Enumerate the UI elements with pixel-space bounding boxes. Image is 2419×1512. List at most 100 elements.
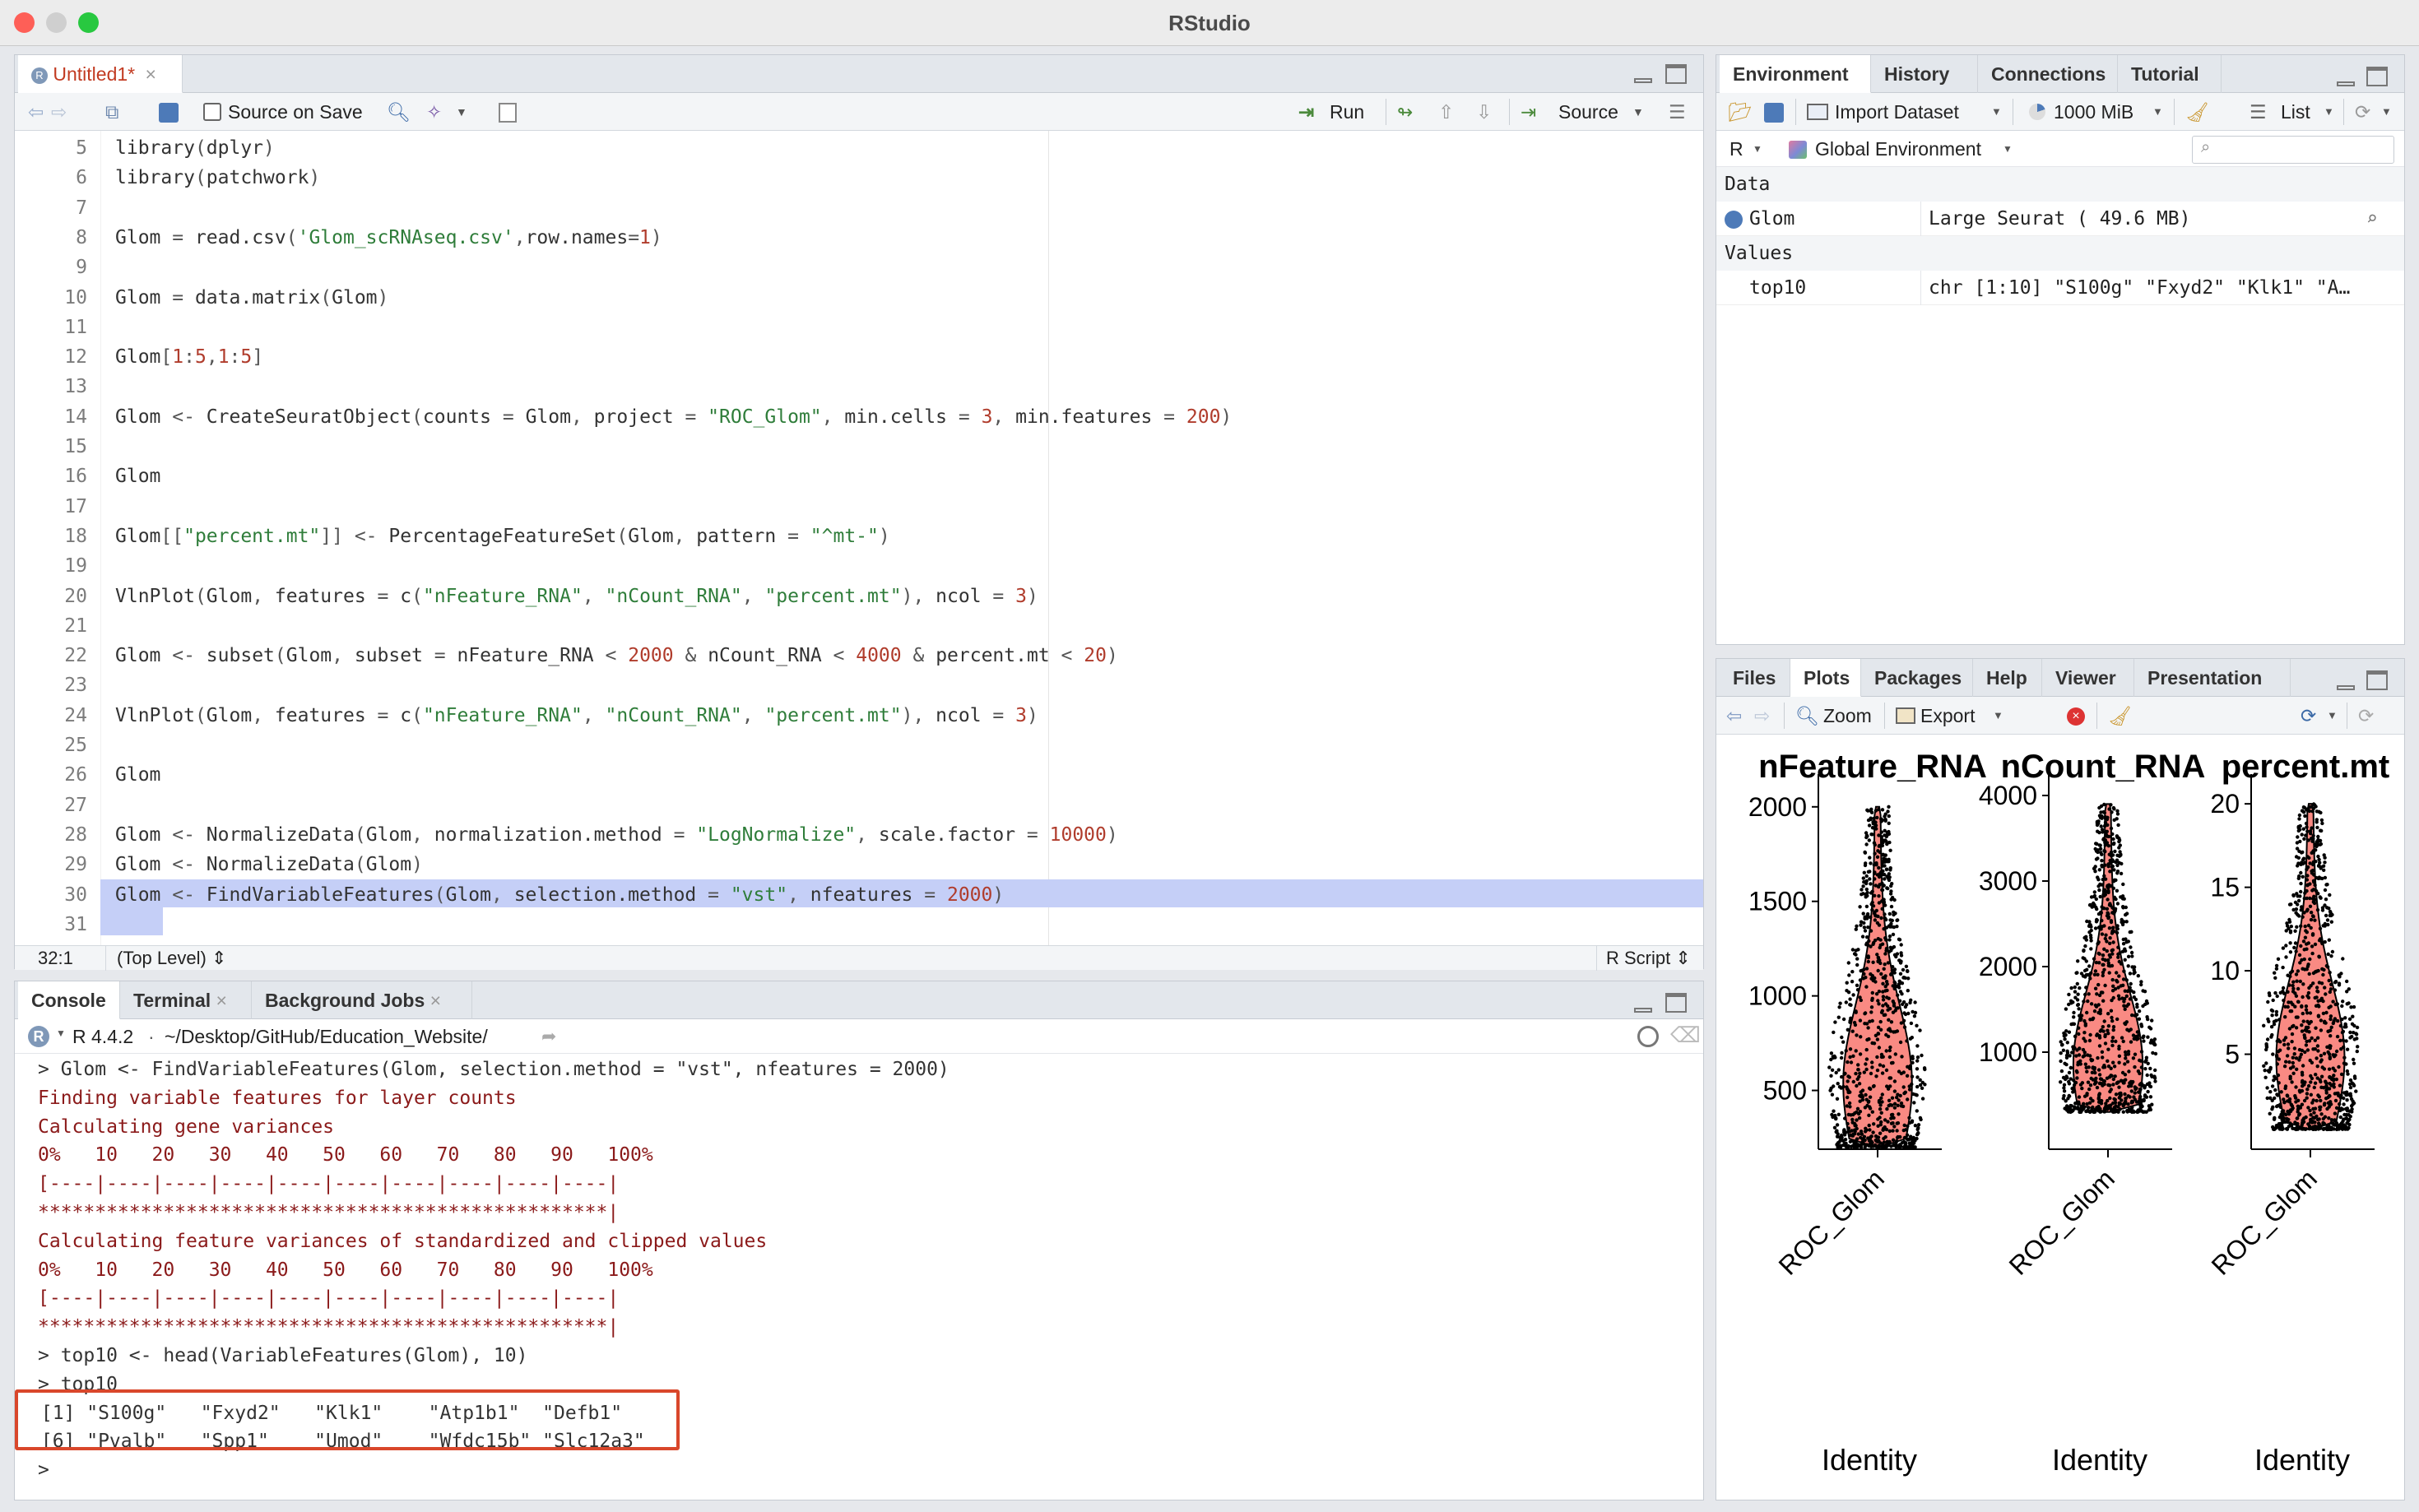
document-outline-icon[interactable] <box>499 103 517 123</box>
publish-chevron-icon[interactable]: ▼ <box>2327 697 2338 735</box>
show-in-window-icon[interactable]: ⧉ <box>105 93 118 131</box>
refresh-chevron-icon[interactable]: ▼ <box>2381 93 2392 131</box>
source-icon[interactable]: ⇥ <box>1521 93 1536 131</box>
code-line[interactable]: Glom <- CreateSeuratObject(counts = Glom… <box>115 403 1232 431</box>
save-icon[interactable] <box>159 103 179 123</box>
env-row-glom[interactable]: Glom Large Seurat ( 49.6 MB) ⌕ <box>1716 202 2404 236</box>
code-line[interactable]: Glom = read.csv('Glom_scRNAseq.csv',row.… <box>115 224 662 252</box>
scope-selector[interactable]: (Top Level) ⇕ <box>117 946 226 971</box>
maximize-console-icon[interactable] <box>1665 993 1687 1013</box>
scope-chevron-icon[interactable]: ▼ <box>2003 143 2013 155</box>
inspect-icon[interactable]: ⌕ <box>2366 202 2378 236</box>
code-line[interactable]: library(patchwork) <box>115 164 320 192</box>
code-line[interactable]: library(dplyr) <box>115 134 275 162</box>
search-icon[interactable]: 🔍︎ <box>387 93 411 131</box>
maximize-plots-icon[interactable] <box>2366 670 2388 690</box>
code-line[interactable]: Glom <box>115 761 160 789</box>
tab-help[interactable]: Help <box>1973 659 2042 697</box>
maximize-env-icon[interactable] <box>2366 67 2388 86</box>
tab-label: Untitled1* <box>53 63 136 85</box>
code-line[interactable]: Glom <- NormalizeData(Glom, normalizatio… <box>115 821 1118 849</box>
code-line[interactable]: Glom <- subset(Glom, subset = nFeature_R… <box>115 642 1118 670</box>
minimize-pane-icon[interactable] <box>1634 67 1655 83</box>
close-tab-icon[interactable]: × <box>146 63 156 85</box>
up-icon[interactable]: ⇧ <box>1438 93 1454 131</box>
open-folder-icon[interactable]: 📂︎ <box>1728 93 1752 131</box>
code-line[interactable]: Glom[["percent.mt"]] <- PercentageFeatur… <box>115 522 890 550</box>
file-type-selector[interactable]: R Script ⇕ <box>1606 946 1691 971</box>
memory-usage[interactable]: 1000 MiB <box>2054 93 2133 131</box>
minimize-console-icon[interactable] <box>1634 996 1655 1013</box>
tab-connections[interactable]: Connections <box>1978 55 2118 93</box>
outline-icon[interactable]: ☰ <box>1669 93 1686 131</box>
run-icon[interactable]: ⇥ <box>1298 93 1314 131</box>
refresh-plot-icon[interactable]: ⟳ <box>2358 697 2374 735</box>
down-icon[interactable]: ⇩ <box>1476 93 1492 131</box>
minimize-plots-icon[interactable] <box>2337 674 2358 690</box>
zoom-icon[interactable]: 🔍︎ <box>1795 697 1819 735</box>
forward-icon[interactable]: ⇨ <box>51 93 67 131</box>
memory-chevron-icon[interactable]: ▼ <box>2152 93 2163 131</box>
source-on-save-checkbox[interactable] <box>203 103 221 121</box>
clear-plots-icon[interactable]: 🧹︎ <box>2108 697 2132 735</box>
code-line[interactable]: Glom = data.matrix(Glom) <box>115 284 388 312</box>
code-line[interactable]: Glom[1:5,1:5] <box>115 343 263 371</box>
tab-untitled1[interactable]: R Untitled1* × <box>18 55 183 93</box>
previous-plot-icon[interactable]: ⇦ <box>1726 697 1742 735</box>
zoom-button[interactable]: Zoom <box>1823 697 1872 735</box>
export-button[interactable]: Export <box>1920 697 1975 735</box>
maximize-pane-icon[interactable] <box>1665 64 1687 84</box>
export-chevron-icon[interactable]: ▼ <box>1993 697 2003 735</box>
code-line[interactable]: Glom <box>115 462 160 490</box>
tab-packages[interactable]: Packages <box>1861 659 1973 697</box>
plot-title: percent.mt <box>2222 749 2390 785</box>
code-tools-icon[interactable]: ✧ <box>426 93 442 131</box>
language-selector[interactable]: R <box>1730 131 1743 167</box>
import-dataset-button[interactable]: Import Dataset <box>1835 93 1959 131</box>
code-line[interactable]: Glom <- NormalizeData(Glom) <box>115 851 423 879</box>
goto-dir-icon[interactable]: ➦ <box>541 1019 556 1054</box>
code-line[interactable]: Glom <- FindVariableFeatures(Glom, selec… <box>115 881 1004 909</box>
tab-background-jobs[interactable]: Background Jobs × <box>252 981 472 1019</box>
r-version-chevron-icon[interactable]: ▼ <box>56 1027 66 1039</box>
remove-plot-icon[interactable]: × <box>2067 707 2085 726</box>
list-icon[interactable]: ☰ <box>2250 93 2267 131</box>
tab-viewer[interactable]: Viewer <box>2042 659 2134 697</box>
tab-terminal[interactable]: Terminal × <box>120 981 252 1019</box>
clear-console-icon[interactable]: ⌫ <box>1670 1023 1701 1048</box>
list-chevron-icon[interactable]: ▼ <box>2324 93 2334 131</box>
tab-plots[interactable]: Plots <box>1790 659 1861 697</box>
console-line: [----|----|----|----|----|----|----|----… <box>38 1287 620 1310</box>
broom-icon[interactable]: 🧹︎ <box>2185 93 2209 131</box>
code-editor[interactable]: 5 library(dplyr) 6 library(patchwork) 7 8 Glom… <box>15 131 1703 945</box>
save-workspace-icon[interactable] <box>1764 103 1784 123</box>
chevron-down-icon[interactable]: ▼ <box>456 93 467 131</box>
code-line[interactable]: VlnPlot(Glom, features = c("nFeature_RNA… <box>115 702 1038 730</box>
interrupt-icon[interactable] <box>1637 1026 1659 1047</box>
rerun-icon[interactable]: ↬ <box>1397 93 1413 131</box>
refresh-icon[interactable]: ⟳ <box>2355 93 2370 131</box>
run-button[interactable]: Run <box>1330 93 1364 131</box>
source-chevron-icon[interactable]: ▼ <box>1632 93 1644 131</box>
minimize-env-icon[interactable] <box>2337 70 2358 86</box>
env-row-top10[interactable]: top10 chr [1:10] "S100g" "Fxyd2" "Klk1" … <box>1716 271 2404 305</box>
source-button[interactable]: Source <box>1558 93 1618 131</box>
view-mode-button[interactable]: List <box>2281 93 2310 131</box>
tab-history[interactable]: History <box>1871 55 1978 93</box>
tab-console[interactable]: Console <box>18 981 120 1019</box>
environment-selector[interactable]: Global Environment <box>1815 131 1981 167</box>
y-tick-label: 2000 <box>1748 792 1807 822</box>
back-icon[interactable]: ⇦ <box>28 93 44 131</box>
import-chevron-icon[interactable]: ▼ <box>1991 93 2002 131</box>
lang-chevron-icon[interactable]: ▼ <box>1753 143 1762 155</box>
env-search-input[interactable]: ⌕ <box>2192 136 2394 164</box>
tab-presentation[interactable]: Presentation <box>2134 659 2291 697</box>
tab-tutorial[interactable]: Tutorial <box>2118 55 2222 93</box>
tab-files[interactable]: Files <box>1720 659 1790 697</box>
publish-icon[interactable]: ⟳ <box>2301 697 2316 735</box>
expand-icon[interactable] <box>1725 211 1743 229</box>
line-number: 22 <box>64 645 87 667</box>
tab-environment[interactable]: Environment <box>1720 55 1871 93</box>
code-line[interactable]: VlnPlot(Glom, features = c("nFeature_RNA… <box>115 582 1038 610</box>
next-plot-icon[interactable]: ⇨ <box>1754 697 1770 735</box>
